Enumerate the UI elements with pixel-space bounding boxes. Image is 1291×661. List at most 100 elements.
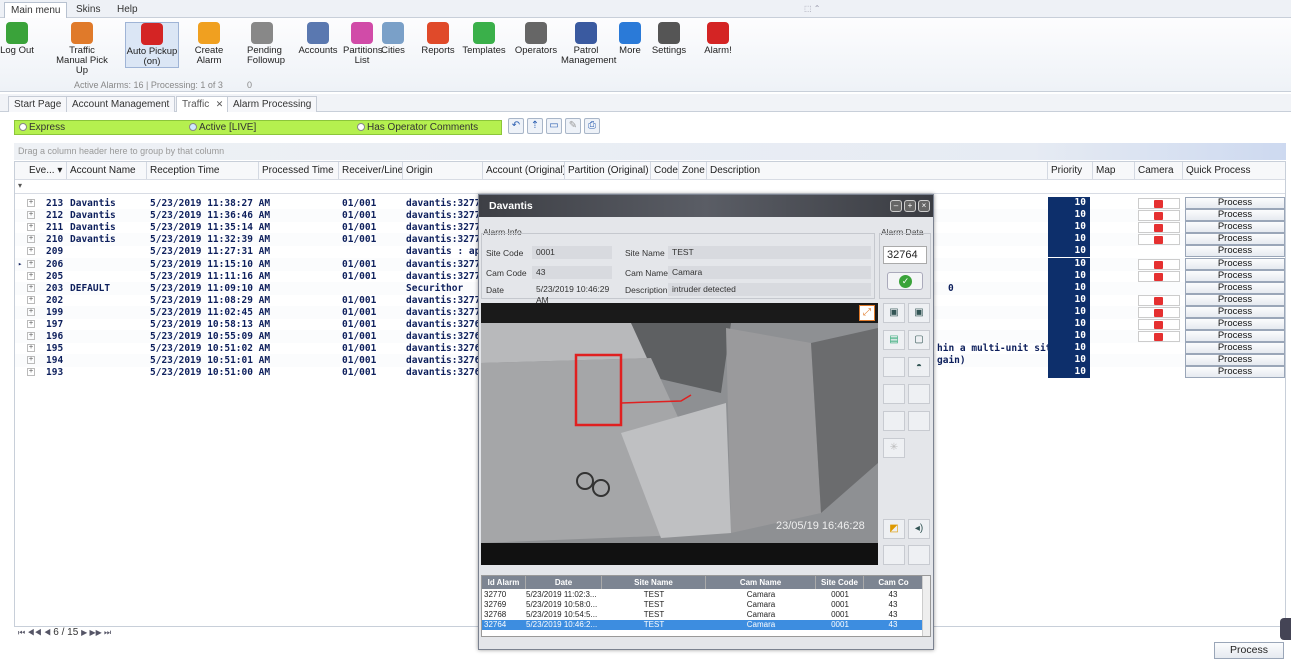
column-header-account-name[interactable]: Account Name [67,162,147,179]
camera-button[interactable] [1138,319,1180,330]
ribbon-button-siren[interactable]: Auto Pickup (on) [125,22,179,68]
tab-help[interactable]: Help [111,2,144,18]
quick-process-button[interactable]: Process [1185,257,1285,270]
monitor-alt-icon[interactable]: ▣ [908,303,930,323]
expand-row-icon[interactable]: + [27,332,35,341]
speaker-icon[interactable]: ◂) [908,519,930,539]
camera-button[interactable] [1138,258,1180,270]
close-tab-icon[interactable]: ✕ [216,99,224,110]
column-header-map[interactable]: Map [1093,162,1135,179]
radio-active-live[interactable]: Active [LIVE] [189,122,256,133]
column-header-receiver-line[interactable]: Receiver/Line [339,162,403,179]
column-header-event[interactable]: Eve... ▾ [15,162,67,179]
ribbon-button-create-alarm[interactable]: Create Alarm [182,22,236,66]
quick-process-button[interactable]: Process [1185,366,1285,379]
column-header-origin[interactable]: Origin [403,162,483,179]
pager-next-last-icons[interactable]: ▶ ▶▶ ⏭ [81,628,111,637]
quick-process-button[interactable]: Process [1185,221,1285,234]
monitor-icon[interactable]: ▣ [883,303,905,323]
quick-process-button[interactable]: Process [1185,281,1285,294]
camera-button[interactable] [1138,270,1180,282]
side-panel-handle[interactable] [1280,618,1291,640]
expand-row-icon[interactable]: + [27,368,35,377]
quick-process-button[interactable]: Process [1185,354,1285,367]
ribbon-button-reports[interactable]: Reports [419,22,457,56]
quick-process-button[interactable]: Process [1185,305,1285,318]
col-cam-name[interactable]: Cam Name [706,576,816,589]
pager-first-prev-icons[interactable]: ⏮ ◀◀ ◀ [18,628,53,637]
expand-row-icon[interactable]: + [27,356,35,365]
upload-icon[interactable]: ⇡ [527,118,543,134]
blank-button-6[interactable] [883,545,905,565]
camera-button[interactable] [1138,222,1180,234]
quick-process-button[interactable]: Process [1185,318,1285,330]
snapshot-icon[interactable]: ◩ [883,519,905,539]
quick-process-button[interactable]: Process [1185,293,1285,306]
column-header-code[interactable]: Code [651,162,679,179]
popup-title-bar[interactable]: Davantis [479,195,933,217]
column-header-camera[interactable]: Camera [1135,162,1183,179]
blank-button-3[interactable] [908,384,930,404]
undo-icon[interactable]: ↶ [508,118,524,134]
ribbon-button-patrol[interactable]: Patrol Management [561,22,616,66]
quick-process-button[interactable]: Process [1185,269,1285,282]
expand-row-icon[interactable]: + [27,211,35,220]
expand-row-icon[interactable]: + [27,235,35,244]
table-scrollbar[interactable] [922,576,930,636]
tab-alarm-processing[interactable]: Alarm Processing [227,96,318,112]
col-site-name[interactable]: Site Name [602,576,706,589]
ribbon-button-alarm[interactable]: Alarm! [701,22,735,56]
history-row[interactable]: 32770 5/23/2019 11:02:3... TEST Camara 0001 4… [482,590,922,600]
blank-button-7[interactable] [908,545,930,565]
column-header-priority[interactable]: Priority [1048,162,1093,179]
ribbon-button-stopwatch[interactable]: Pending Followup [247,22,285,66]
history-row[interactable]: 32764 5/23/2019 10:46:2... TEST Camara 0001 4… [482,620,922,630]
quick-process-button[interactable]: Process [1185,209,1285,222]
inbox-icon[interactable]: ▭ [546,118,562,134]
expand-row-icon[interactable]: + [27,247,35,256]
camera-button[interactable] [1138,210,1180,222]
quick-process-button[interactable]: Process [1185,233,1285,246]
ribbon-button-logout[interactable]: Log Out [0,22,34,56]
blank-button-5[interactable] [908,411,930,431]
expand-row-icon[interactable]: + [27,271,35,280]
edit-icon[interactable]: ✎ [565,118,581,134]
expand-row-icon[interactable]: + [27,223,35,232]
camera-button[interactable] [1138,234,1180,246]
screen-icon[interactable]: ▢ [908,330,930,350]
expand-row-icon[interactable]: + [27,259,35,268]
expand-row-icon[interactable]: + [27,320,35,328]
blank-button-4[interactable] [883,411,905,431]
tab-traffic[interactable]: Traffic ✕ [176,96,229,112]
history-row[interactable]: 32768 5/23/2019 10:54:5... TEST Camara 0001 4… [482,610,922,620]
ribbon-button-accounts[interactable]: Accounts [298,22,338,56]
quick-process-button[interactable]: Process [1185,197,1285,209]
col-id-alarm[interactable]: Id Alarm [482,576,526,589]
ribbon-button-traffic[interactable]: Traffic Manual Pick Up [54,22,110,76]
close-icon[interactable]: × [918,200,930,212]
camera-button[interactable] [1138,306,1180,318]
quick-process-button[interactable]: Process [1185,245,1285,258]
tab-skins[interactable]: Skins [70,2,106,18]
grid-filter-row[interactable]: ▾ [15,179,1285,194]
column-header-processed-time[interactable]: Processed Time [259,162,339,179]
ribbon-button-operators[interactable]: Operators [512,22,560,56]
acknowledge-button[interactable]: ✓ [887,272,923,290]
filter-icon[interactable]: ▾ [18,181,22,190]
expand-row-icon[interactable]: + [27,307,35,316]
expand-row-icon[interactable]: + [27,344,35,353]
ribbon-button-plus[interactable]: More [617,22,643,56]
tab-start-page[interactable]: Start Page [8,96,68,112]
blank-button-1[interactable] [883,357,905,377]
column-header-quick-process[interactable]: Quick Process [1183,162,1285,179]
expand-row-icon[interactable]: + [27,199,35,207]
ribbon-button-settings[interactable]: Settings [650,22,688,56]
alarm-data-value[interactable]: 32764 [883,246,927,264]
col-date[interactable]: Date [526,576,602,589]
history-row[interactable]: 32769 5/23/2019 10:58:0... TEST Camara 0001 4… [482,600,922,610]
column-header-zone[interactable]: Zone [679,162,707,179]
minimize-icon[interactable]: – [890,200,902,212]
column-header-partition-original[interactable]: Partition (Original) [565,162,651,179]
ribbon-button-cities[interactable]: Cities [381,22,405,56]
tab-main-menu[interactable]: Main menu [4,2,68,18]
